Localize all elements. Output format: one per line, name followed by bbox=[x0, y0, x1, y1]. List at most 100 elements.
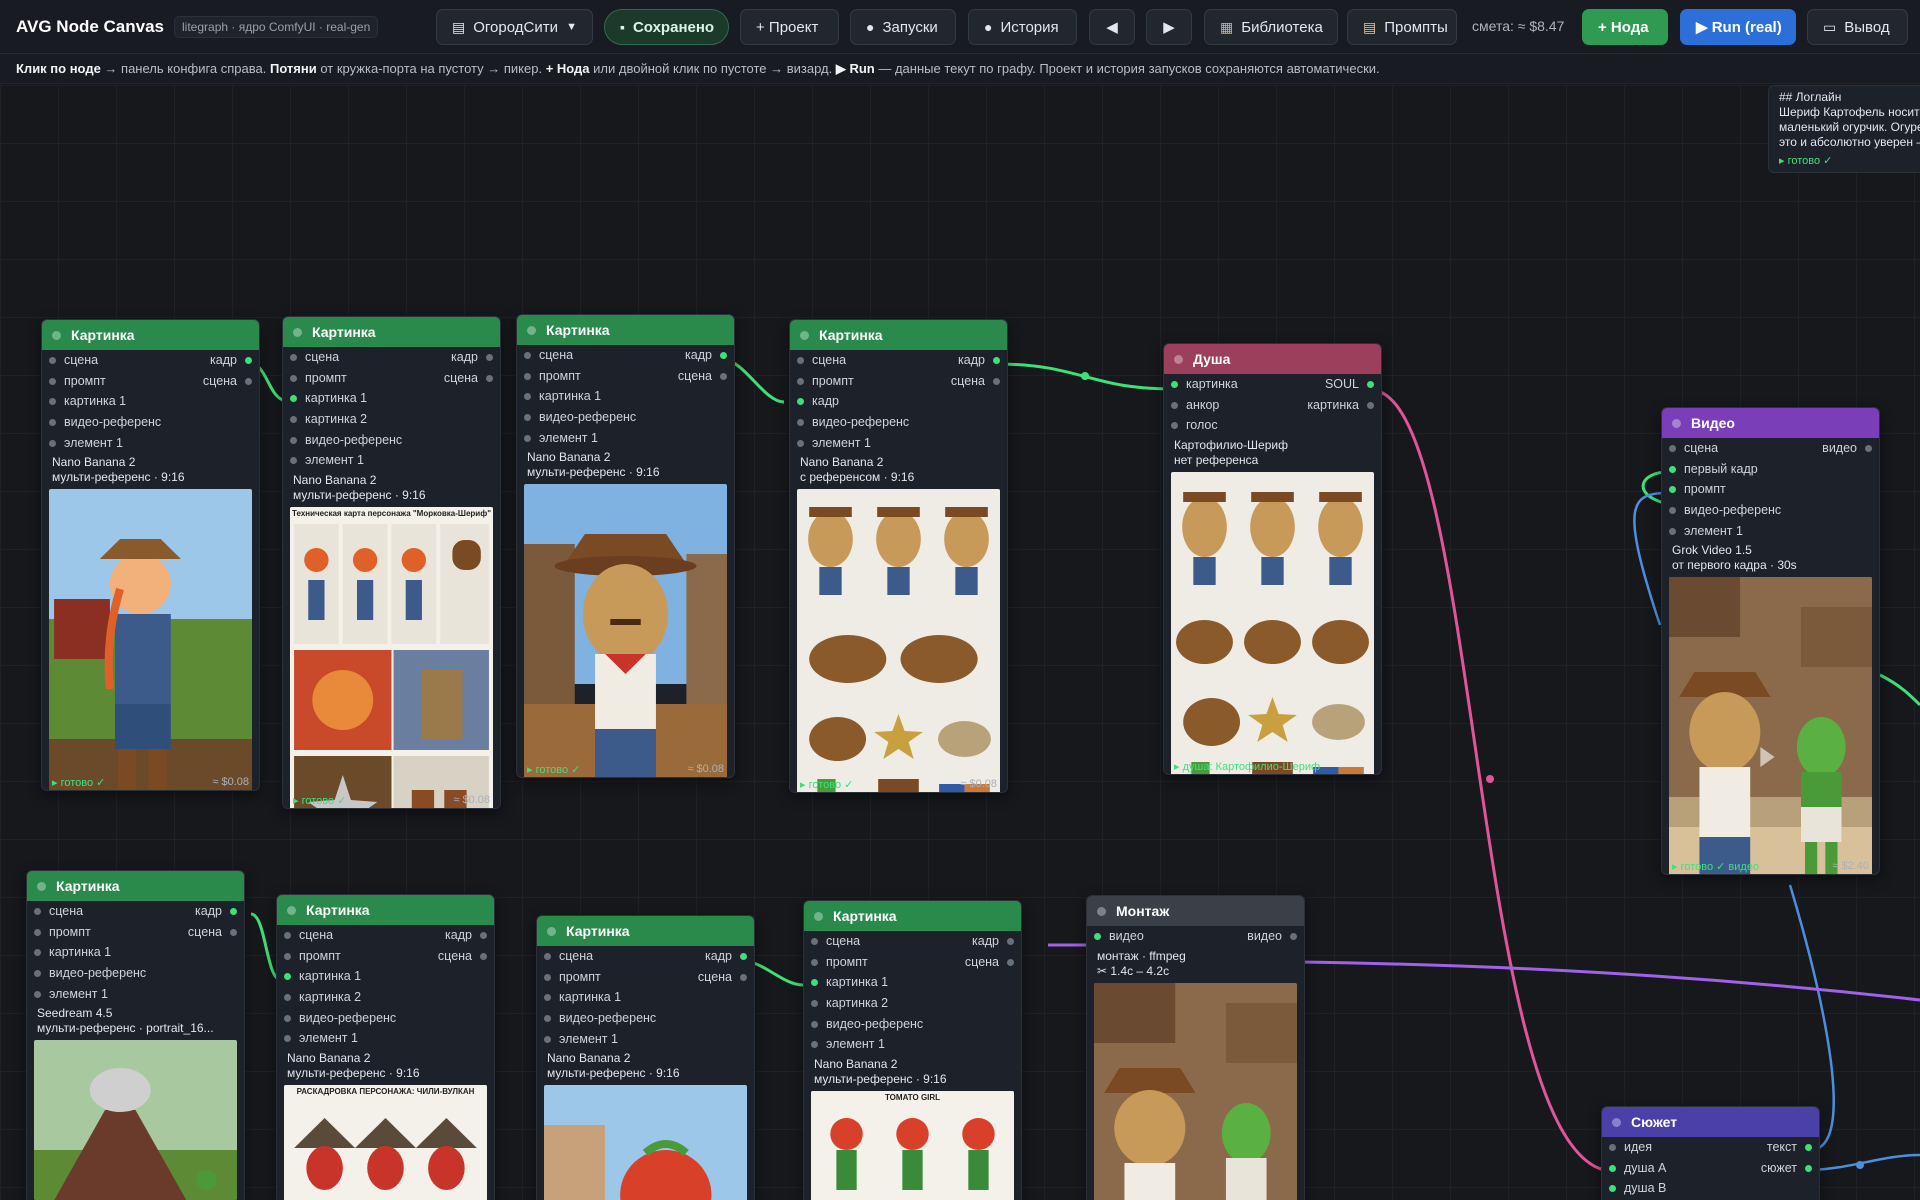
input-port[interactable] bbox=[811, 938, 818, 945]
collapse-dot[interactable] bbox=[287, 905, 296, 915]
image-preview[interactable]: Техническая карта персонажа "Морковка-Ше… bbox=[290, 507, 493, 808]
output-port[interactable] bbox=[245, 357, 252, 364]
output-port[interactable] bbox=[1290, 933, 1297, 940]
image-preview[interactable] bbox=[34, 1040, 237, 1200]
output-port[interactable] bbox=[480, 952, 487, 960]
prompts-button[interactable]: ▤ Промпты bbox=[1347, 9, 1457, 45]
collapse-dot[interactable] bbox=[1612, 1117, 1621, 1127]
input-port[interactable] bbox=[811, 1041, 818, 1049]
input-port[interactable] bbox=[284, 1035, 291, 1043]
input-port[interactable] bbox=[544, 1015, 551, 1023]
video-preview[interactable] bbox=[1669, 577, 1872, 874]
output-port[interactable] bbox=[740, 973, 747, 981]
image-preview[interactable] bbox=[544, 1085, 747, 1200]
saved-status-button[interactable]: ▪ Сохранено bbox=[604, 9, 729, 45]
history-button[interactable]: ● История bbox=[968, 9, 1077, 45]
input-port[interactable] bbox=[49, 439, 56, 447]
input-port[interactable] bbox=[524, 372, 531, 380]
image-preview[interactable]: TOMATO GIRL bbox=[811, 1091, 1014, 1200]
video-preview[interactable] bbox=[1094, 982, 1297, 1200]
output-port[interactable] bbox=[245, 377, 252, 385]
add-node-button[interactable]: + Нода bbox=[1582, 9, 1668, 45]
input-port[interactable] bbox=[34, 949, 41, 957]
project-select[interactable]: ▤ ОгородСити ▼ bbox=[436, 9, 593, 45]
output-port[interactable] bbox=[480, 932, 487, 939]
node-header[interactable]: Картинка bbox=[517, 315, 734, 345]
story-node[interactable]: Сюжет идея текст душа Асюжет душа В bbox=[1601, 1106, 1820, 1200]
output-port[interactable] bbox=[1007, 938, 1014, 945]
input-port[interactable] bbox=[284, 994, 291, 1002]
input-port[interactable] bbox=[284, 952, 291, 960]
node-header[interactable]: Видео bbox=[1662, 408, 1879, 438]
input-port[interactable] bbox=[544, 1035, 551, 1043]
collapse-dot[interactable] bbox=[814, 911, 823, 921]
node-header[interactable]: Монтаж bbox=[1087, 896, 1304, 926]
collapse-dot[interactable] bbox=[52, 330, 61, 340]
input-port[interactable] bbox=[811, 1000, 818, 1008]
output-port[interactable] bbox=[993, 377, 1000, 385]
output-port[interactable] bbox=[993, 357, 1000, 364]
collapse-dot[interactable] bbox=[293, 327, 302, 337]
input-port[interactable] bbox=[1609, 1164, 1616, 1172]
node-header[interactable]: Картинка bbox=[42, 320, 259, 350]
input-port[interactable] bbox=[49, 398, 56, 406]
output-port[interactable] bbox=[1805, 1164, 1812, 1172]
input-port[interactable] bbox=[524, 414, 531, 422]
input-port[interactable] bbox=[1171, 422, 1178, 430]
image-preview[interactable] bbox=[49, 489, 252, 790]
node-header[interactable]: Картинка bbox=[277, 895, 494, 925]
soul-node[interactable]: Душа картинка SOUL анкор картинка голос Ка… bbox=[1163, 343, 1382, 775]
output-port[interactable] bbox=[486, 374, 493, 382]
image-node[interactable]: Картинка сцена кадр промпт сцена картинка … bbox=[276, 894, 495, 1200]
input-port[interactable] bbox=[1669, 445, 1676, 452]
input-port[interactable] bbox=[1171, 381, 1178, 388]
output-port[interactable] bbox=[720, 372, 727, 380]
new-project-button[interactable]: + Проект bbox=[740, 9, 839, 45]
input-port[interactable] bbox=[34, 928, 41, 936]
collapse-dot[interactable] bbox=[1174, 354, 1183, 364]
redo-button[interactable]: ▶ bbox=[1146, 9, 1192, 45]
library-button[interactable]: ▦ Библиотека bbox=[1204, 9, 1338, 45]
input-port[interactable] bbox=[290, 395, 297, 403]
input-port[interactable] bbox=[524, 434, 531, 442]
input-port[interactable] bbox=[544, 973, 551, 981]
montage-node[interactable]: Монтаж видео видео монтаж · ffmpeg ✂ 1.4с … bbox=[1086, 895, 1305, 1200]
image-node[interactable]: Картинка сцена кадр промпт сцена кадр виде… bbox=[789, 319, 1008, 793]
output-port[interactable] bbox=[1367, 401, 1374, 409]
input-port[interactable] bbox=[284, 932, 291, 939]
image-node[interactable]: Картинка сцена кадр промпт сцена картинка … bbox=[536, 915, 755, 1200]
image-preview[interactable] bbox=[524, 484, 727, 777]
undo-button[interactable]: ◀ bbox=[1089, 9, 1135, 45]
runs-button[interactable]: ● Запуски bbox=[850, 9, 956, 45]
input-port[interactable] bbox=[797, 398, 804, 406]
image-node[interactable]: Картинка сцена кадр промпт сцена картинка … bbox=[26, 870, 245, 1200]
input-port[interactable] bbox=[797, 419, 804, 427]
input-port[interactable] bbox=[34, 990, 41, 998]
input-port[interactable] bbox=[524, 352, 531, 359]
image-node[interactable]: Картинка сцена кадр промпт сцена картинка … bbox=[516, 314, 735, 778]
image-preview[interactable] bbox=[797, 489, 1000, 792]
input-port[interactable] bbox=[49, 419, 56, 427]
input-port[interactable] bbox=[290, 436, 297, 444]
node-header[interactable]: Картинка bbox=[804, 901, 1021, 931]
collapse-dot[interactable] bbox=[547, 926, 556, 936]
collapse-dot[interactable] bbox=[1672, 418, 1681, 428]
input-port[interactable] bbox=[290, 457, 297, 465]
input-port[interactable] bbox=[1609, 1144, 1616, 1151]
input-port[interactable] bbox=[544, 994, 551, 1002]
image-preview[interactable] bbox=[1171, 472, 1374, 774]
node-header[interactable]: Душа bbox=[1164, 344, 1381, 374]
collapse-dot[interactable] bbox=[1097, 906, 1106, 916]
node-header[interactable]: Картинка bbox=[790, 320, 1007, 350]
output-button[interactable]: ▭ Вывод bbox=[1807, 9, 1908, 45]
run-real-button[interactable]: ▶ Run (real) bbox=[1680, 9, 1796, 45]
input-port[interactable] bbox=[1669, 486, 1676, 494]
output-port[interactable] bbox=[1865, 445, 1872, 452]
output-port[interactable] bbox=[486, 354, 493, 361]
input-port[interactable] bbox=[284, 1014, 291, 1022]
input-port[interactable] bbox=[811, 958, 818, 966]
input-port[interactable] bbox=[49, 357, 56, 364]
input-port[interactable] bbox=[1669, 507, 1676, 515]
output-port[interactable] bbox=[1805, 1144, 1812, 1151]
output-port[interactable] bbox=[720, 352, 727, 359]
